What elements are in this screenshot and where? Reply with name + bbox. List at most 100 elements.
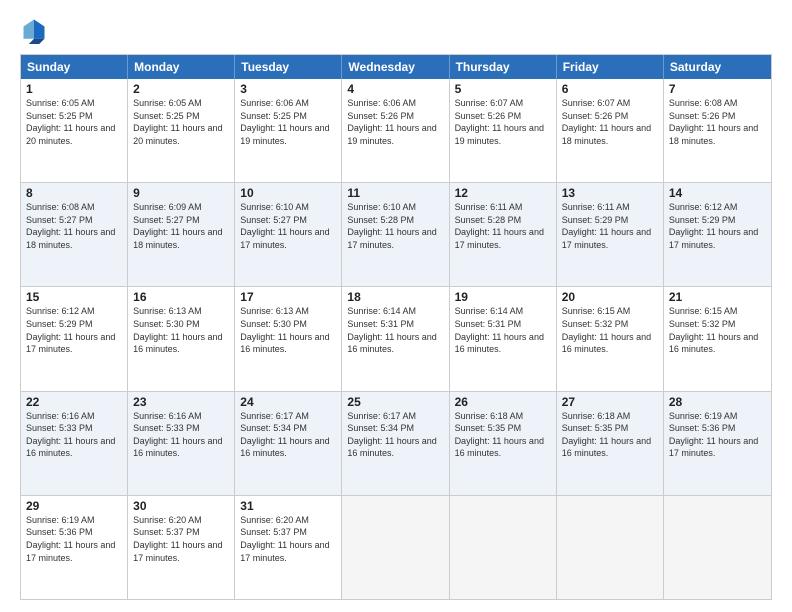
cell-info: Sunrise: 6:05 AMSunset: 5:25 PMDaylight:…: [26, 97, 122, 147]
day-cell-7: 7Sunrise: 6:08 AMSunset: 5:26 PMDaylight…: [664, 79, 771, 182]
day-number: 8: [26, 186, 122, 200]
day-number: 26: [455, 395, 551, 409]
day-number: 2: [133, 82, 229, 96]
day-number: 17: [240, 290, 336, 304]
day-cell-11: 11Sunrise: 6:10 AMSunset: 5:28 PMDayligh…: [342, 183, 449, 286]
cell-info: Sunrise: 6:05 AMSunset: 5:25 PMDaylight:…: [133, 97, 229, 147]
calendar-header: SundayMondayTuesdayWednesdayThursdayFrid…: [21, 55, 771, 79]
cell-info: Sunrise: 6:07 AMSunset: 5:26 PMDaylight:…: [562, 97, 658, 147]
cell-info: Sunrise: 6:15 AMSunset: 5:32 PMDaylight:…: [669, 305, 766, 355]
day-number: 14: [669, 186, 766, 200]
cell-info: Sunrise: 6:11 AMSunset: 5:28 PMDaylight:…: [455, 201, 551, 251]
cell-info: Sunrise: 6:06 AMSunset: 5:25 PMDaylight:…: [240, 97, 336, 147]
day-header-friday: Friday: [557, 55, 664, 79]
day-number: 19: [455, 290, 551, 304]
day-cell-12: 12Sunrise: 6:11 AMSunset: 5:28 PMDayligh…: [450, 183, 557, 286]
day-cell-3: 3Sunrise: 6:06 AMSunset: 5:25 PMDaylight…: [235, 79, 342, 182]
day-header-saturday: Saturday: [664, 55, 771, 79]
cell-info: Sunrise: 6:13 AMSunset: 5:30 PMDaylight:…: [240, 305, 336, 355]
empty-cell: [557, 496, 664, 599]
week-row-4: 22Sunrise: 6:16 AMSunset: 5:33 PMDayligh…: [21, 391, 771, 495]
day-cell-25: 25Sunrise: 6:17 AMSunset: 5:34 PMDayligh…: [342, 392, 449, 495]
cell-info: Sunrise: 6:18 AMSunset: 5:35 PMDaylight:…: [455, 410, 551, 460]
cell-info: Sunrise: 6:08 AMSunset: 5:26 PMDaylight:…: [669, 97, 766, 147]
day-number: 29: [26, 499, 122, 513]
day-number: 27: [562, 395, 658, 409]
cell-info: Sunrise: 6:17 AMSunset: 5:34 PMDaylight:…: [347, 410, 443, 460]
day-number: 6: [562, 82, 658, 96]
cell-info: Sunrise: 6:20 AMSunset: 5:37 PMDaylight:…: [133, 514, 229, 564]
day-cell-20: 20Sunrise: 6:15 AMSunset: 5:32 PMDayligh…: [557, 287, 664, 390]
day-cell-14: 14Sunrise: 6:12 AMSunset: 5:29 PMDayligh…: [664, 183, 771, 286]
cell-info: Sunrise: 6:16 AMSunset: 5:33 PMDaylight:…: [133, 410, 229, 460]
day-number: 30: [133, 499, 229, 513]
day-number: 31: [240, 499, 336, 513]
day-cell-8: 8Sunrise: 6:08 AMSunset: 5:27 PMDaylight…: [21, 183, 128, 286]
page: SundayMondayTuesdayWednesdayThursdayFrid…: [0, 0, 792, 612]
cell-info: Sunrise: 6:10 AMSunset: 5:27 PMDaylight:…: [240, 201, 336, 251]
day-cell-29: 29Sunrise: 6:19 AMSunset: 5:36 PMDayligh…: [21, 496, 128, 599]
cell-info: Sunrise: 6:17 AMSunset: 5:34 PMDaylight:…: [240, 410, 336, 460]
day-cell-6: 6Sunrise: 6:07 AMSunset: 5:26 PMDaylight…: [557, 79, 664, 182]
cell-info: Sunrise: 6:14 AMSunset: 5:31 PMDaylight:…: [455, 305, 551, 355]
day-cell-17: 17Sunrise: 6:13 AMSunset: 5:30 PMDayligh…: [235, 287, 342, 390]
day-number: 18: [347, 290, 443, 304]
week-row-2: 8Sunrise: 6:08 AMSunset: 5:27 PMDaylight…: [21, 182, 771, 286]
day-number: 23: [133, 395, 229, 409]
cell-info: Sunrise: 6:12 AMSunset: 5:29 PMDaylight:…: [26, 305, 122, 355]
calendar: SundayMondayTuesdayWednesdayThursdayFrid…: [20, 54, 772, 600]
day-cell-15: 15Sunrise: 6:12 AMSunset: 5:29 PMDayligh…: [21, 287, 128, 390]
day-number: 3: [240, 82, 336, 96]
cell-info: Sunrise: 6:20 AMSunset: 5:37 PMDaylight:…: [240, 514, 336, 564]
week-row-3: 15Sunrise: 6:12 AMSunset: 5:29 PMDayligh…: [21, 286, 771, 390]
day-number: 13: [562, 186, 658, 200]
header: [20, 16, 772, 44]
day-number: 4: [347, 82, 443, 96]
cell-info: Sunrise: 6:09 AMSunset: 5:27 PMDaylight:…: [133, 201, 229, 251]
week-row-5: 29Sunrise: 6:19 AMSunset: 5:36 PMDayligh…: [21, 495, 771, 599]
cell-info: Sunrise: 6:16 AMSunset: 5:33 PMDaylight:…: [26, 410, 122, 460]
cell-info: Sunrise: 6:14 AMSunset: 5:31 PMDaylight:…: [347, 305, 443, 355]
day-header-thursday: Thursday: [450, 55, 557, 79]
day-number: 7: [669, 82, 766, 96]
week-row-1: 1Sunrise: 6:05 AMSunset: 5:25 PMDaylight…: [21, 79, 771, 182]
day-header-wednesday: Wednesday: [342, 55, 449, 79]
calendar-body: 1Sunrise: 6:05 AMSunset: 5:25 PMDaylight…: [21, 79, 771, 599]
day-cell-1: 1Sunrise: 6:05 AMSunset: 5:25 PMDaylight…: [21, 79, 128, 182]
cell-info: Sunrise: 6:18 AMSunset: 5:35 PMDaylight:…: [562, 410, 658, 460]
cell-info: Sunrise: 6:13 AMSunset: 5:30 PMDaylight:…: [133, 305, 229, 355]
day-number: 9: [133, 186, 229, 200]
cell-info: Sunrise: 6:19 AMSunset: 5:36 PMDaylight:…: [669, 410, 766, 460]
cell-info: Sunrise: 6:19 AMSunset: 5:36 PMDaylight:…: [26, 514, 122, 564]
day-header-monday: Monday: [128, 55, 235, 79]
day-number: 21: [669, 290, 766, 304]
day-number: 24: [240, 395, 336, 409]
day-cell-28: 28Sunrise: 6:19 AMSunset: 5:36 PMDayligh…: [664, 392, 771, 495]
cell-info: Sunrise: 6:15 AMSunset: 5:32 PMDaylight:…: [562, 305, 658, 355]
day-number: 28: [669, 395, 766, 409]
day-cell-5: 5Sunrise: 6:07 AMSunset: 5:26 PMDaylight…: [450, 79, 557, 182]
cell-info: Sunrise: 6:11 AMSunset: 5:29 PMDaylight:…: [562, 201, 658, 251]
day-number: 11: [347, 186, 443, 200]
day-number: 25: [347, 395, 443, 409]
day-cell-19: 19Sunrise: 6:14 AMSunset: 5:31 PMDayligh…: [450, 287, 557, 390]
cell-info: Sunrise: 6:12 AMSunset: 5:29 PMDaylight:…: [669, 201, 766, 251]
cell-info: Sunrise: 6:07 AMSunset: 5:26 PMDaylight:…: [455, 97, 551, 147]
day-number: 15: [26, 290, 122, 304]
day-cell-2: 2Sunrise: 6:05 AMSunset: 5:25 PMDaylight…: [128, 79, 235, 182]
day-cell-10: 10Sunrise: 6:10 AMSunset: 5:27 PMDayligh…: [235, 183, 342, 286]
cell-info: Sunrise: 6:08 AMSunset: 5:27 PMDaylight:…: [26, 201, 122, 251]
day-number: 10: [240, 186, 336, 200]
day-cell-16: 16Sunrise: 6:13 AMSunset: 5:30 PMDayligh…: [128, 287, 235, 390]
day-cell-4: 4Sunrise: 6:06 AMSunset: 5:26 PMDaylight…: [342, 79, 449, 182]
day-cell-13: 13Sunrise: 6:11 AMSunset: 5:29 PMDayligh…: [557, 183, 664, 286]
day-cell-9: 9Sunrise: 6:09 AMSunset: 5:27 PMDaylight…: [128, 183, 235, 286]
day-cell-24: 24Sunrise: 6:17 AMSunset: 5:34 PMDayligh…: [235, 392, 342, 495]
day-number: 20: [562, 290, 658, 304]
day-number: 5: [455, 82, 551, 96]
day-cell-31: 31Sunrise: 6:20 AMSunset: 5:37 PMDayligh…: [235, 496, 342, 599]
cell-info: Sunrise: 6:10 AMSunset: 5:28 PMDaylight:…: [347, 201, 443, 251]
day-cell-30: 30Sunrise: 6:20 AMSunset: 5:37 PMDayligh…: [128, 496, 235, 599]
empty-cell: [664, 496, 771, 599]
day-cell-27: 27Sunrise: 6:18 AMSunset: 5:35 PMDayligh…: [557, 392, 664, 495]
